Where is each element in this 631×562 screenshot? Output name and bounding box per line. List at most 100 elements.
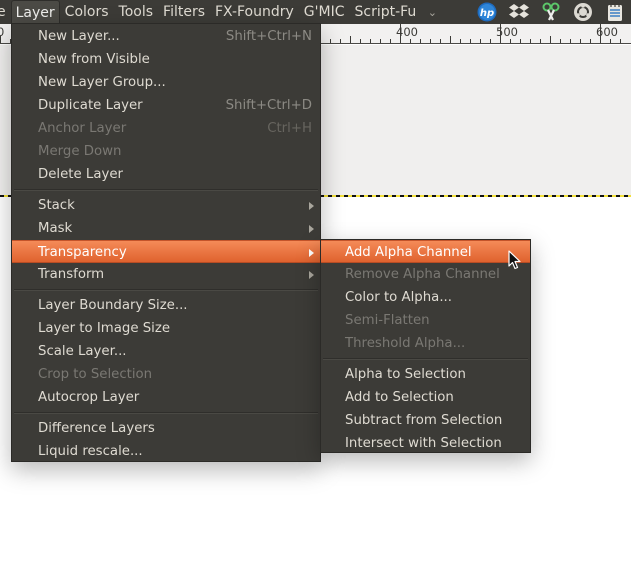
menubar-item-script-fu[interactable]: Script-Fu xyxy=(349,0,421,24)
ruler-tick xyxy=(0,36,1,43)
menubar-item-layer[interactable]: Layer xyxy=(10,0,60,24)
menu-item-label: New from Visible xyxy=(38,52,150,67)
ruler-tick xyxy=(470,39,471,43)
menu-item-label: Mask xyxy=(38,221,73,236)
hp-icon[interactable]: hp xyxy=(471,0,503,24)
menu-item-label: Anchor Layer xyxy=(38,121,127,136)
ruler-tick xyxy=(390,39,391,43)
menu-item-label: Stack xyxy=(38,198,75,213)
ruler-tick xyxy=(410,39,411,43)
menu-item-layer-boundary-size[interactable]: Layer Boundary Size... xyxy=(12,294,320,317)
ruler-tick xyxy=(520,39,521,43)
menu-item-subtract-from-selection[interactable]: Subtract from Selection xyxy=(321,409,530,432)
menu-item-new-layer-group[interactable]: New Layer Group... xyxy=(12,71,320,94)
dropbox-icon[interactable] xyxy=(503,0,535,24)
menu-item-label: Semi-Flatten xyxy=(345,313,430,328)
menu-item-new-from-visible[interactable]: New from Visible xyxy=(12,48,320,71)
ruler-tick xyxy=(570,39,571,43)
ruler-tick xyxy=(460,39,461,43)
menu-item-autocrop-layer[interactable]: Autocrop Layer xyxy=(12,386,320,409)
menu-item-mask[interactable]: Mask xyxy=(12,217,320,240)
system-tray: hp xyxy=(471,0,631,24)
menu-item-liquid-rescale[interactable]: Liquid rescale... xyxy=(12,440,320,463)
menu-item-scale-layer[interactable]: Scale Layer... xyxy=(12,340,320,363)
ruler-tick xyxy=(620,39,621,43)
ruler-tick xyxy=(370,39,371,43)
menu-item-label: Add to Selection xyxy=(345,390,454,405)
ruler-tick xyxy=(450,36,451,43)
chevron-down-icon[interactable]: ⌄ xyxy=(421,6,443,19)
menu-item-add-to-selection[interactable]: Add to Selection xyxy=(321,386,530,409)
ruler-tick xyxy=(480,39,481,43)
menu-item-transparency[interactable]: Transparency xyxy=(12,240,320,263)
menu-item-label: Scale Layer... xyxy=(38,344,127,359)
menu-item-label: Intersect with Selection xyxy=(345,436,502,451)
menu-item-color-to-alpha[interactable]: Color to Alpha... xyxy=(321,286,530,309)
menubar-item-fx-foundry[interactable]: FX-Foundry xyxy=(210,0,299,24)
menubar-item-tools[interactable]: Tools xyxy=(114,0,159,24)
menu-item-label: Add Alpha Channel xyxy=(345,245,472,260)
menu-item-difference-layers[interactable]: Difference Layers xyxy=(12,417,320,440)
ruler-tick xyxy=(420,39,421,43)
menu-item-label: Autocrop Layer xyxy=(38,390,140,405)
scissors-icon[interactable] xyxy=(535,0,567,24)
menu-item-label: Layer Boundary Size... xyxy=(38,298,188,313)
menubar: e Layer Colors Tools Filters FX-Foundry … xyxy=(0,0,631,24)
ruler-tick xyxy=(550,36,551,43)
menu-item-label: Merge Down xyxy=(38,144,122,159)
ruler-tick xyxy=(610,39,611,43)
ruler-tick xyxy=(490,39,491,43)
menubar-item-colors[interactable]: Colors xyxy=(60,0,114,24)
submenu-arrow-icon xyxy=(309,271,314,279)
menu-item-label: Transparency xyxy=(38,245,127,260)
menu-separator xyxy=(321,355,530,363)
menu-item-label: Duplicate Layer xyxy=(38,98,143,113)
menu-item-layer-to-image-size[interactable]: Layer to Image Size xyxy=(12,317,320,340)
ruler-tick xyxy=(510,39,511,43)
menu-item-new-layer[interactable]: New Layer... Shift+Ctrl+N xyxy=(12,25,320,48)
menu-item-alpha-to-selection[interactable]: Alpha to Selection xyxy=(321,363,530,386)
ruler-tick xyxy=(350,36,351,43)
menu-item-label: Color to Alpha... xyxy=(345,290,453,305)
mouse-pointer-icon xyxy=(508,250,521,270)
layer-menu: New Layer... Shift+Ctrl+N New from Visibl… xyxy=(11,23,321,462)
menu-item-intersect-with-selection[interactable]: Intersect with Selection xyxy=(321,432,530,455)
ruler-tick xyxy=(500,24,501,43)
ruler-tick xyxy=(600,24,601,43)
menubar-item-image[interactable]: e xyxy=(0,0,11,24)
shortcut-label: Shift+Ctrl+D xyxy=(225,98,312,113)
menubar-item-filters[interactable]: Filters xyxy=(158,0,210,24)
menu-separator xyxy=(12,409,320,417)
svg-text:hp: hp xyxy=(480,8,494,19)
menu-item-label: Alpha to Selection xyxy=(345,367,466,382)
ruler-tick xyxy=(540,39,541,43)
ubuntu-one-icon[interactable] xyxy=(567,0,599,24)
ruler-tick xyxy=(430,39,431,43)
ruler-tick xyxy=(380,39,381,43)
ruler-tick xyxy=(580,39,581,43)
submenu-arrow-icon xyxy=(309,202,314,210)
submenu-arrow-icon xyxy=(309,249,314,257)
menu-item-label: Delete Layer xyxy=(38,167,123,182)
shortcut-label: Shift+Ctrl+N xyxy=(225,29,312,44)
ruler-tick xyxy=(530,39,531,43)
menu-item-transform[interactable]: Transform xyxy=(12,263,320,286)
menu-item-stack[interactable]: Stack xyxy=(12,194,320,217)
menubar-item-gmic[interactable]: G'MIC xyxy=(299,0,350,24)
notes-icon[interactable] xyxy=(599,0,631,24)
menu-item-remove-alpha-channel: Remove Alpha Channel xyxy=(321,263,530,286)
ruler-tick xyxy=(360,39,361,43)
menu-item-crop-to-selection: Crop to Selection xyxy=(12,363,320,386)
shortcut-label: Ctrl+H xyxy=(267,121,312,136)
ruler-tick xyxy=(440,39,441,43)
menu-item-merge-down: Merge Down xyxy=(12,140,320,163)
ruler-tick xyxy=(590,39,591,43)
transparency-submenu: Add Alpha Channel Remove Alpha Channel C… xyxy=(320,239,531,453)
menu-item-label: Layer to Image Size xyxy=(38,321,171,336)
menu-item-duplicate-layer[interactable]: Duplicate Layer Shift+Ctrl+D xyxy=(12,94,320,117)
menu-item-delete-layer[interactable]: Delete Layer xyxy=(12,163,320,186)
ruler-tick xyxy=(340,39,341,43)
ruler-tick xyxy=(560,39,561,43)
menu-item-add-alpha-channel[interactable]: Add Alpha Channel xyxy=(321,240,530,263)
menu-item-label: Difference Layers xyxy=(38,421,155,436)
